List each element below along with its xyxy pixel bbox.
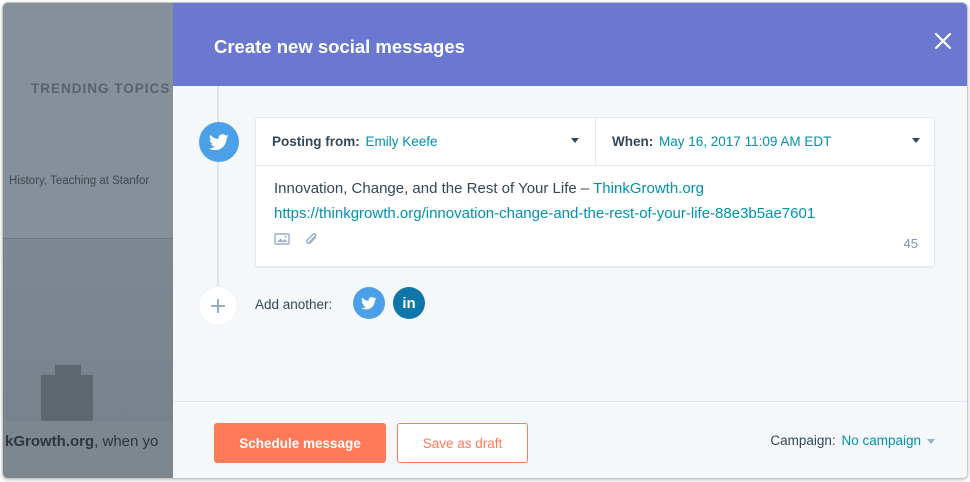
message-url[interactable]: https://thinkgrowth.org/innovation-chang…	[274, 205, 815, 222]
add-another-label: Add another:	[255, 297, 333, 312]
publish-time-dropdown[interactable]: When: May 16, 2017 11:09 AM EDT	[596, 118, 936, 166]
background-page: TRENDING TOPICS History, Teaching at Sta…	[3, 3, 175, 478]
when-value: May 16, 2017 11:09 AM EDT	[659, 134, 832, 149]
chevron-down-icon	[571, 138, 579, 143]
timeline-line	[217, 86, 219, 286]
campaign-label: Campaign:	[770, 433, 836, 448]
background-caption-rest: , when yo	[94, 433, 159, 450]
character-count: 45	[903, 236, 918, 251]
save-as-draft-button[interactable]: Save as draft	[397, 423, 528, 463]
background-caption: kGrowth.org, when yo	[5, 433, 158, 450]
twitter-icon	[361, 296, 377, 309]
message-link-text[interactable]: ThinkGrowth.org	[593, 180, 704, 197]
posting-from-value: Emily Keefe	[365, 134, 438, 149]
background-topics-area	[3, 3, 175, 238]
panel-title: Create new social messages	[214, 36, 465, 57]
twitter-icon	[209, 133, 229, 150]
when-label-text: When:	[612, 134, 654, 149]
background-building-shape	[41, 365, 93, 421]
chevron-down-icon[interactable]	[927, 438, 935, 444]
posting-from-dropdown[interactable]: Posting from: Emily Keefe	[256, 118, 596, 166]
panel-footer: Schedule message Save as draft Campaign:…	[173, 401, 967, 478]
image-icon[interactable]	[274, 232, 290, 248]
message-settings-row: Posting from: Emily Keefe When: May 16, …	[256, 118, 934, 166]
app-window: TRENDING TOPICS History, Teaching at Sta…	[2, 2, 968, 479]
trending-topics-list: History, Teaching at Stanfor	[9, 175, 150, 187]
campaign-dropdown[interactable]: No campaign	[841, 433, 921, 448]
background-caption-source: kGrowth.org	[5, 433, 95, 450]
message-editor[interactable]: Innovation, Change, and the Rest of Your…	[274, 176, 924, 226]
attachment-icon[interactable]	[304, 232, 320, 248]
social-message-card: Posting from: Emily Keefe When: May 16, …	[255, 117, 935, 267]
schedule-message-button[interactable]: Schedule message	[214, 423, 386, 463]
message-toolbar	[274, 232, 330, 248]
linkedin-icon: in	[402, 294, 416, 312]
plus-icon	[211, 299, 225, 313]
background-caption-bar	[3, 421, 175, 478]
panel-header: Create new social messages	[173, 3, 967, 86]
trending-topics-heading: TRENDING TOPICS	[31, 81, 171, 96]
social-message-panel: Create new social messages Posting from:…	[173, 3, 967, 478]
posting-from-label-text: Posting from:	[272, 134, 360, 149]
when-label: When: May 16, 2017 11:09 AM EDT	[612, 134, 831, 149]
add-twitter-button[interactable]	[353, 287, 385, 319]
add-message-button[interactable]	[199, 287, 237, 325]
campaign-selector: Campaign: No campaign	[770, 433, 935, 448]
message-text: Innovation, Change, and the Rest of Your…	[274, 180, 594, 197]
add-linkedin-button[interactable]: in	[393, 287, 425, 319]
close-button[interactable]	[931, 29, 955, 53]
chevron-down-icon	[912, 138, 920, 143]
close-icon	[934, 32, 952, 50]
twitter-network-badge	[199, 122, 239, 162]
posting-from-label: Posting from: Emily Keefe	[272, 134, 438, 149]
